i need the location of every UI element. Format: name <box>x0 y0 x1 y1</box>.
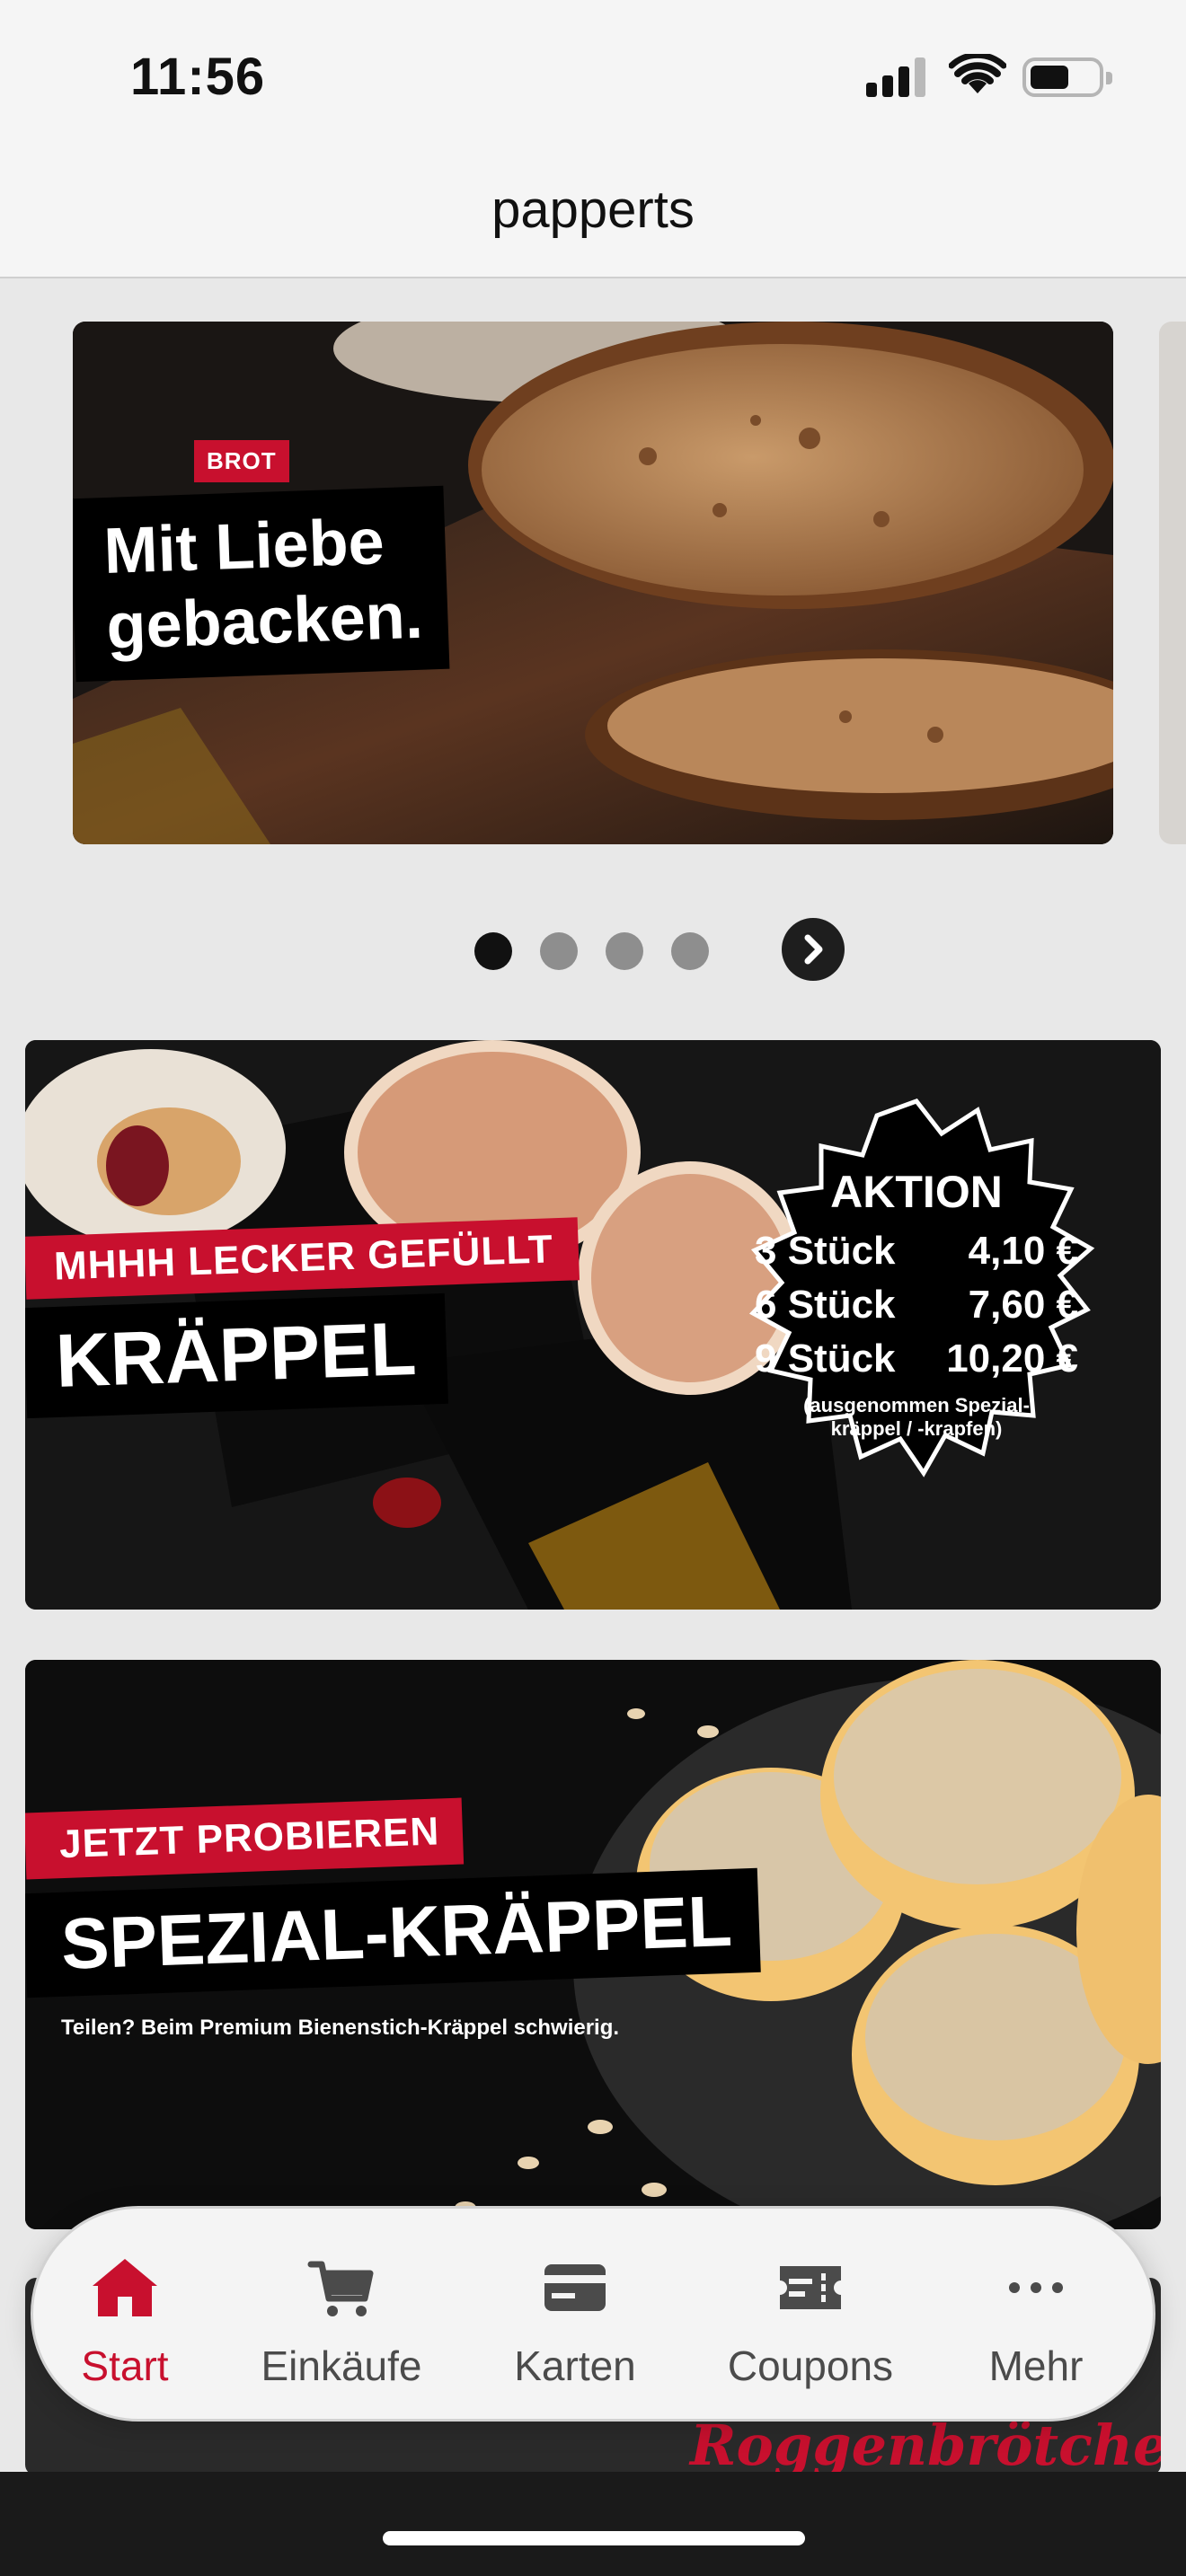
slide-tag: BROT <box>194 440 289 482</box>
aktion-row-2: 6 Stück 7,60 € <box>755 1283 1078 1327</box>
pager-dot-4[interactable] <box>671 932 709 970</box>
tab-label: Coupons <box>727 2342 894 2389</box>
tab-mehr[interactable]: Mehr <box>937 2209 1135 2424</box>
more-icon <box>1009 2282 1063 2293</box>
aktion-row-1: 3 Stück 4,10 € <box>755 1229 1078 1273</box>
promo-banner-kraeppel[interactable]: MHHH LECKER GEFÜLLT KRÄPPEL AKTION 3 Stü… <box>25 1040 1161 1610</box>
aktion-note: (ausgenommen Spezial- kräppel / -krapfen… <box>803 1394 1030 1440</box>
home-icon <box>93 2259 157 2316</box>
navigation-bar: papperts <box>0 153 1186 278</box>
pager-dot-2[interactable] <box>540 932 578 970</box>
tab-label: Karten <box>514 2342 636 2389</box>
promo-2-subline: Teilen? Beim Premium Bienenstich-Kräppel… <box>61 2016 620 2040</box>
wifi-icon <box>949 54 1006 93</box>
aktion-row-3: 9 Stück 10,20 € <box>755 1337 1078 1381</box>
slide-headline: Mit Liebe gebacken. <box>73 485 450 683</box>
page-title: papperts <box>491 181 695 239</box>
coupon-icon <box>780 2266 841 2309</box>
aktion-title: AKTION <box>830 1167 1003 1217</box>
cellular-signal-icon <box>866 56 929 97</box>
carousel-next-button[interactable] <box>782 918 845 981</box>
tab-coupons[interactable]: Coupons <box>698 2209 923 2424</box>
cart-icon <box>307 2261 374 2316</box>
carousel-slide-bread[interactable]: BROT Mit Liebe gebacken. <box>73 322 1113 844</box>
status-bar: 11:56 <box>0 0 1186 153</box>
promo-banner-spezial-kraeppel[interactable]: JETZT PROBIEREN SPEZIAL-KRÄPPEL Teilen? … <box>25 1660 1161 2229</box>
tab-bar: Start Einkäufe Karten Coupons Mehr <box>31 2206 1155 2422</box>
tab-einkaeufe[interactable]: Einkäufe <box>229 2209 454 2424</box>
tab-start[interactable]: Start <box>35 2209 215 2424</box>
pager-dot-1[interactable] <box>474 932 512 970</box>
tab-karten[interactable]: Karten <box>463 2209 687 2424</box>
carousel-pager <box>0 925 1186 979</box>
tab-label: Mehr <box>988 2342 1084 2389</box>
home-indicator[interactable] <box>383 2531 805 2545</box>
tab-label: Einkäufe <box>261 2342 422 2389</box>
aktion-badge-content: AKTION 3 Stück 4,10 € 6 Stück 7,60 € 9 S… <box>755 1166 1078 1441</box>
home-indicator-area <box>0 2472 1186 2576</box>
chevron-right-icon <box>804 934 823 965</box>
next-slide-peek[interactable] <box>1159 322 1186 844</box>
status-time: 11:56 <box>130 48 266 106</box>
battery-icon <box>1022 57 1112 97</box>
app-screen: 11:56 papperts BROT Mit Liebe gebacken. … <box>0 0 1186 2576</box>
card-icon <box>544 2264 606 2311</box>
pager-dot-3[interactable] <box>606 932 643 970</box>
tab-label: Start <box>81 2342 169 2389</box>
promo-1-headline: KRÄPPEL <box>25 1292 449 1419</box>
